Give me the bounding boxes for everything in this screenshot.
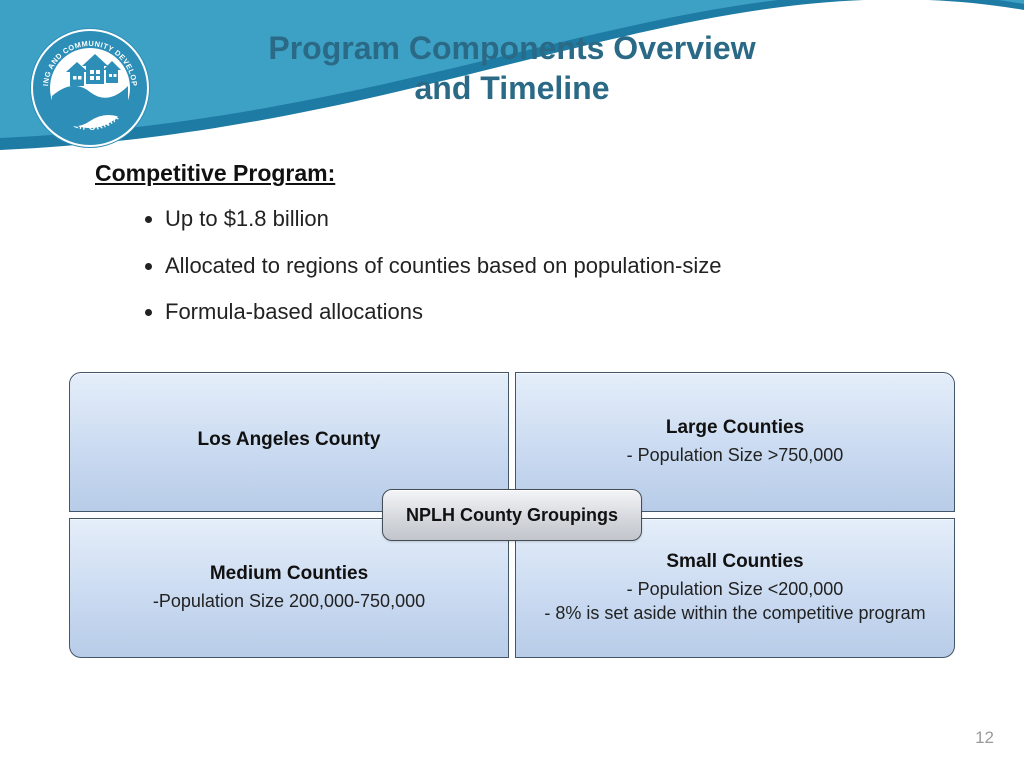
cell-line: -Population Size 200,000-750,000	[153, 589, 425, 613]
title-line-2: and Timeline	[0, 68, 1024, 108]
page-number: 12	[975, 728, 994, 748]
cell-title: Small Counties	[666, 551, 803, 573]
title-line-1: Program Components Overview	[0, 28, 1024, 68]
bullet-item: Allocated to regions of counties based o…	[165, 252, 945, 281]
cell-line: - 8% is set aside within the competitive…	[544, 601, 925, 625]
bullet-list: Up to $1.8 billion Allocated to regions …	[165, 205, 945, 327]
cell-line: - Population Size >750,000	[627, 443, 844, 467]
cell-title: Medium Counties	[210, 563, 368, 585]
body-content: Competitive Program: Up to $1.8 billion …	[95, 160, 945, 345]
cell-line: - Population Size <200,000	[627, 577, 844, 601]
cell-title: Large Counties	[666, 417, 804, 439]
bullet-item: Up to $1.8 billion	[165, 205, 945, 234]
quad-center-label: NPLH County Groupings	[382, 489, 642, 541]
slide: HOUSING AND COMMUNITY DEVELOPMENT • CALI…	[0, 0, 1024, 768]
slide-title: Program Components Overview and Timeline	[0, 28, 1024, 108]
bullet-item: Formula-based allocations	[165, 298, 945, 327]
quad-chart: Los Angeles County Large Counties - Popu…	[69, 372, 955, 658]
cell-title: Los Angeles County	[198, 429, 381, 451]
section-heading: Competitive Program:	[95, 160, 945, 187]
